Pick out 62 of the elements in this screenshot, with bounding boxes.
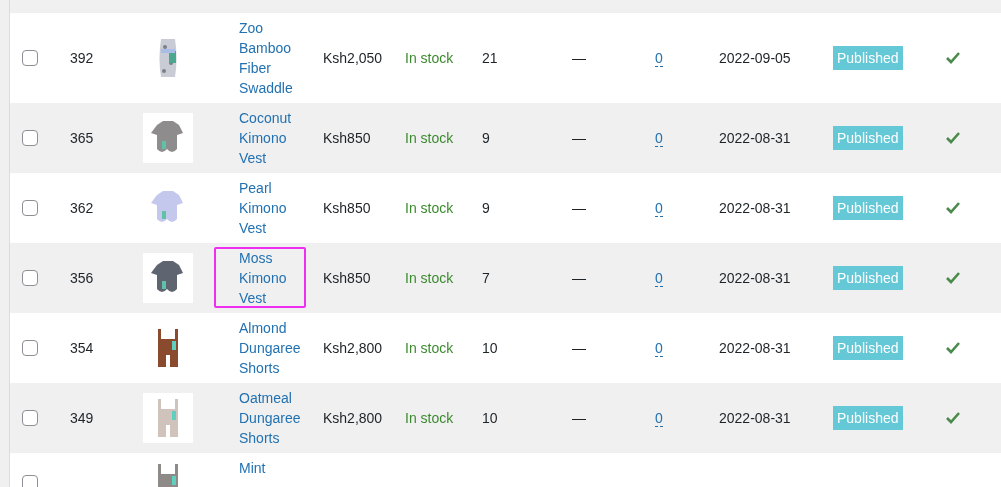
stock-status: In stock [405, 410, 454, 426]
empty-value: — [572, 410, 586, 426]
product-name-link[interactable]: Almond Dungaree Shorts [239, 318, 313, 378]
stock-count: 21 [482, 50, 498, 66]
row-checkbox[interactable] [22, 130, 38, 146]
row-checkbox[interactable] [22, 200, 38, 216]
product-price: Ksh850 [323, 200, 371, 216]
product-price: Ksh2,050 [323, 50, 383, 66]
product-price: Ksh2,800 [323, 340, 383, 356]
reviews-count-link[interactable]: 0 [655, 410, 663, 427]
empty-value: — [572, 270, 586, 286]
reviews-count-link[interactable]: 0 [655, 270, 663, 287]
product-id: 356 [70, 270, 94, 286]
product-id: 365 [70, 130, 94, 146]
stock-count: 9 [482, 130, 490, 146]
stock-status: In stock [405, 340, 454, 356]
product-name-link[interactable]: Coconut Kimono Vest [239, 108, 313, 168]
publish-date: 2022-08-31 [719, 200, 791, 216]
status-badge: Published [833, 126, 903, 150]
status-badge: Published [833, 406, 903, 430]
product-name-link[interactable]: Pearl Kimono Vest [239, 178, 313, 238]
empty-value: — [572, 50, 586, 66]
reviews-count-link[interactable]: 0 [655, 130, 663, 147]
product-id: 392 [70, 50, 94, 66]
product-price: Ksh850 [323, 130, 371, 146]
stock-status: In stock [405, 50, 454, 66]
stock-count: 10 [482, 410, 498, 426]
product-price: Ksh850 [323, 270, 371, 286]
stock-status: In stock [405, 200, 454, 216]
status-badge: Published [833, 266, 903, 290]
row-checkbox[interactable] [22, 410, 38, 426]
stock-status: In stock [405, 130, 454, 146]
status-badge: Published [833, 46, 903, 70]
publish-date: 2022-08-31 [719, 340, 791, 356]
status-badge: Published [833, 196, 903, 220]
product-name-link[interactable]: Oatmeal Dungaree Shorts [239, 388, 313, 448]
empty-value: — [572, 200, 586, 216]
stock-count: 9 [482, 200, 490, 216]
publish-date: 2022-09-05 [719, 50, 791, 66]
row-checkbox[interactable] [22, 270, 38, 286]
empty-value: — [572, 340, 586, 356]
product-name-link[interactable]: Mint [239, 458, 266, 478]
empty-value: — [572, 130, 586, 146]
product-id: 354 [70, 340, 94, 356]
publish-date: 2022-08-31 [719, 270, 791, 286]
stock-count: 7 [482, 270, 490, 286]
stock-count: 10 [482, 340, 498, 356]
product-id: 362 [70, 200, 94, 216]
status-badge: Published [833, 336, 903, 360]
row-checkbox[interactable] [22, 50, 38, 66]
publish-date: 2022-08-31 [719, 410, 791, 426]
reviews-count-link[interactable]: 0 [655, 50, 663, 67]
publish-date: 2022-08-31 [719, 130, 791, 146]
reviews-count-link[interactable]: 0 [655, 340, 663, 357]
product-id: 349 [70, 410, 94, 426]
row-checkbox[interactable] [22, 340, 38, 356]
product-price: Ksh2,800 [323, 410, 383, 426]
product-name-link[interactable]: Moss Kimono Vest [239, 248, 313, 308]
product-name-link[interactable]: Zoo Bamboo Fiber Swaddle [239, 18, 313, 98]
row-checkbox[interactable] [22, 475, 38, 487]
reviews-count-link[interactable]: 0 [655, 200, 663, 217]
stock-status: In stock [405, 270, 454, 286]
